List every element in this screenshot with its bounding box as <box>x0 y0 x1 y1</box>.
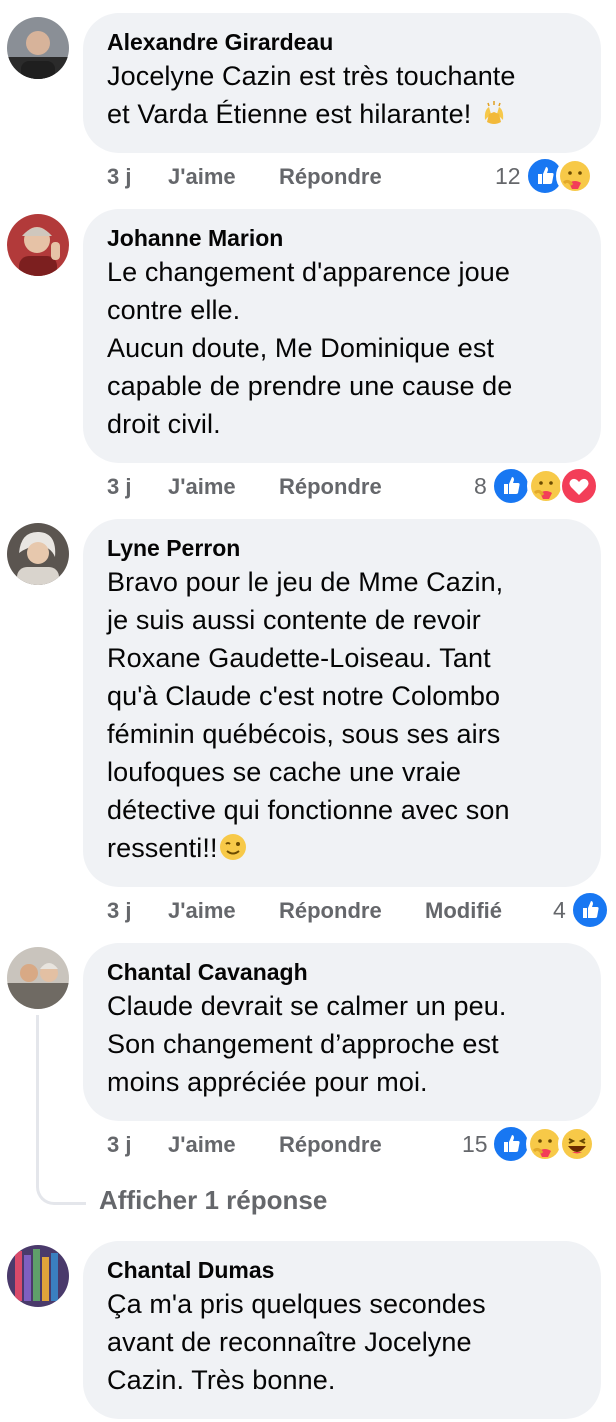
like-icon <box>571 891 609 929</box>
reaction-count: 12 <box>495 163 521 189</box>
view-replies-link[interactable]: Afficher 1 réponse <box>99 1185 327 1216</box>
like-button[interactable]: J'aime <box>168 473 236 501</box>
like-icon <box>492 1125 530 1163</box>
like-button[interactable]: J'aime <box>168 163 236 191</box>
avatar[interactable] <box>7 523 69 585</box>
comment-text: Le changement d'apparence joue contre el… <box>107 257 513 439</box>
like-icon <box>492 467 530 505</box>
comment-timestamp[interactable]: 3 j <box>107 473 131 501</box>
comment-author[interactable]: Johanne Marion <box>107 223 577 253</box>
like-button[interactable]: J'aime <box>168 897 236 925</box>
reply-button[interactable]: Répondre <box>279 1131 382 1159</box>
comment-timestamp[interactable]: 3 j <box>107 163 131 191</box>
comment-bubble: Chantal Cavanagh Claude devrait se calme… <box>83 943 601 1121</box>
comment-text: Bravo pour le jeu de Mme Cazin, je suis … <box>107 563 577 867</box>
love-icon <box>560 467 598 505</box>
wink-icon <box>219 834 246 860</box>
comment-bubble: Lyne Perron Bravo pour le jeu de Mme Caz… <box>83 519 601 887</box>
comment-author[interactable]: Lyne Perron <box>107 533 577 563</box>
comment-bubble: Johanne Marion Le changement d'apparence… <box>83 209 601 463</box>
edited-label[interactable]: Modifié <box>425 897 502 925</box>
reply-button[interactable]: Répondre <box>279 897 382 925</box>
comment-body: Bravo pour le jeu de Mme Cazin, je suis … <box>107 567 510 863</box>
avatar[interactable] <box>7 17 69 79</box>
raising-hands-icon <box>484 101 504 124</box>
reactions-summary[interactable]: 12 <box>492 157 602 197</box>
comment-body: Jocelyne Cazin est très touchante et Var… <box>107 61 516 129</box>
reactions-summary[interactable]: 4 <box>553 891 616 931</box>
reply-button[interactable]: Répondre <box>279 473 382 501</box>
reply-button[interactable]: Répondre <box>279 163 382 191</box>
comment-text: Jocelyne Cazin est très touchante et Var… <box>107 57 577 133</box>
reaction-count: 4 <box>553 897 566 923</box>
reaction-count: 15 <box>462 1131 488 1157</box>
comment-timestamp[interactable]: 3 j <box>107 1131 131 1159</box>
reaction-count: 8 <box>474 473 487 499</box>
like-button[interactable]: J'aime <box>168 1131 236 1159</box>
comment-bubble: Chantal Dumas Ça m'a pris quelques secon… <box>83 1241 601 1419</box>
comment-author[interactable]: Chantal Dumas <box>107 1255 577 1285</box>
haha-icon <box>558 1125 596 1163</box>
reactions-summary[interactable]: 8 <box>472 467 598 507</box>
reply-thread-line <box>36 1015 86 1205</box>
care-icon <box>556 157 594 195</box>
reactions-summary[interactable]: 15 <box>462 1125 598 1165</box>
avatar[interactable] <box>7 1245 69 1307</box>
avatar[interactable] <box>7 214 69 276</box>
comment-text: Claude devrait se calmer un peu. Son cha… <box>107 991 507 1097</box>
avatar[interactable] <box>7 947 69 1009</box>
comment-author[interactable]: Chantal Cavanagh <box>107 957 577 987</box>
comment-bubble: Alexandre Girardeau Jocelyne Cazin est t… <box>83 13 601 153</box>
comment-author[interactable]: Alexandre Girardeau <box>107 27 577 57</box>
comment-text: Ça m'a pris quelques secondes avant de r… <box>107 1289 486 1395</box>
comment-timestamp[interactable]: 3 j <box>107 897 131 925</box>
